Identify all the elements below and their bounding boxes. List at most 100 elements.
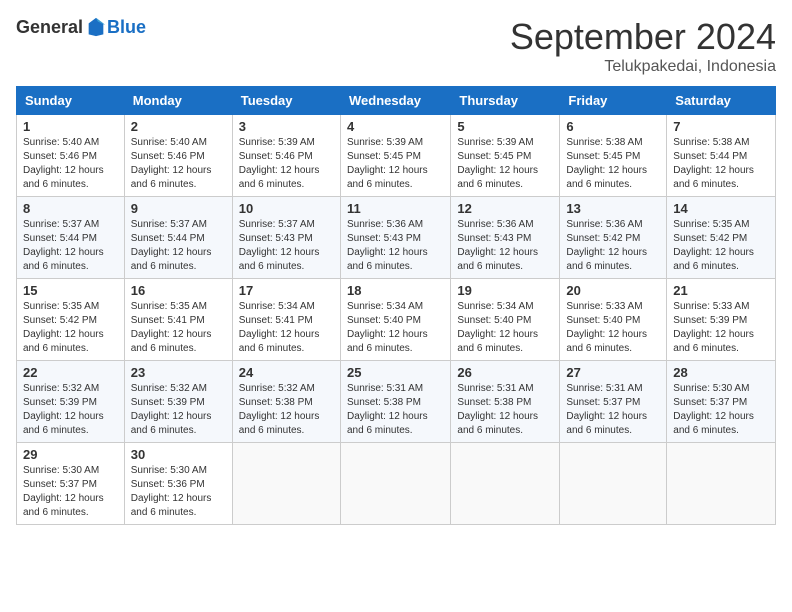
day-number: 25 xyxy=(347,365,444,380)
column-header-friday: Friday xyxy=(560,87,667,115)
cell-content: Sunrise: 5:40 AMSunset: 5:46 PMDaylight:… xyxy=(23,136,118,192)
location-title: Telukpakedai, Indonesia xyxy=(510,58,776,76)
logo-general-text: General xyxy=(16,17,83,38)
calendar-cell: 29 Sunrise: 5:30 AMSunset: 5:37 PMDayligh… xyxy=(17,443,125,525)
calendar-week-row: 8 Sunrise: 5:37 AMSunset: 5:44 PMDaylight… xyxy=(17,197,776,279)
calendar-cell: 5Sunrise: 5:39 AMSunset: 5:45 PMDaylight… xyxy=(451,115,560,197)
day-number: 18 xyxy=(347,283,444,298)
cell-content: Sunrise: 5:34 AMSunset: 5:40 PMDaylight:… xyxy=(457,300,553,356)
calendar-cell: 6 Sunrise: 5:38 AMSunset: 5:45 PMDaylight… xyxy=(560,115,667,197)
calendar-cell: 22Sunrise: 5:32 AMSunset: 5:39 PMDayligh… xyxy=(17,361,125,443)
calendar-cell: 1 Sunrise: 5:40 AMSunset: 5:46 PMDaylight… xyxy=(17,115,125,197)
calendar-cell: 2 Sunrise: 5:40 AMSunset: 5:46 PMDaylight… xyxy=(124,115,232,197)
day-number: 10 xyxy=(239,201,334,216)
cell-content: Sunrise: 5:39 AMSunset: 5:46 PMDaylight:… xyxy=(239,136,334,192)
day-number: 2 xyxy=(131,119,226,134)
calendar-cell: 15 Sunrise: 5:35 AMSunset: 5:42 PMDayligh… xyxy=(17,279,125,361)
calendar-cell: 25 Sunrise: 5:31 AMSunset: 5:38 PMDayligh… xyxy=(340,361,450,443)
column-header-thursday: Thursday xyxy=(451,87,560,115)
day-number: 11 xyxy=(347,201,444,216)
column-header-saturday: Saturday xyxy=(667,87,776,115)
day-number: 16 xyxy=(131,283,226,298)
cell-content: Sunrise: 5:35 AMSunset: 5:41 PMDaylight:… xyxy=(131,300,226,356)
cell-content: Sunrise: 5:33 AMSunset: 5:39 PMDaylight:… xyxy=(673,300,769,356)
calendar-cell: 8Sunrise: 5:37 AMSunset: 5:44 PMDaylight… xyxy=(17,197,125,279)
calendar-header-row: SundayMondayTuesdayWednesdayThursdayFrid… xyxy=(17,87,776,115)
cell-content: Sunrise: 5:35 AMSunset: 5:42 PMDaylight:… xyxy=(23,300,118,356)
cell-content: Sunrise: 5:38 AMSunset: 5:44 PMDaylight:… xyxy=(673,136,769,192)
day-number: 5 xyxy=(457,119,553,134)
calendar-cell: 13 Sunrise: 5:36 AMSunset: 5:42 PMDayligh… xyxy=(560,197,667,279)
day-number: 12 xyxy=(457,201,553,216)
cell-content: Sunrise: 5:32 AMSunset: 5:39 PMDaylight:… xyxy=(131,382,226,438)
calendar-cell: 7Sunrise: 5:38 AMSunset: 5:44 PMDaylight… xyxy=(667,115,776,197)
day-number: 29 xyxy=(23,447,118,462)
logo-icon xyxy=(85,16,107,38)
cell-content: Sunrise: 5:32 AMSunset: 5:38 PMDaylight:… xyxy=(239,382,334,438)
day-number: 21 xyxy=(673,283,769,298)
cell-content: Sunrise: 5:36 AMSunset: 5:42 PMDaylight:… xyxy=(566,218,660,274)
calendar-table: SundayMondayTuesdayWednesdayThursdayFrid… xyxy=(16,86,776,525)
cell-content: Sunrise: 5:36 AMSunset: 5:43 PMDaylight:… xyxy=(457,218,553,274)
title-section: September 2024 Telukpakedai, Indonesia xyxy=(510,16,776,76)
day-number: 14 xyxy=(673,201,769,216)
column-header-tuesday: Tuesday xyxy=(232,87,340,115)
day-number: 17 xyxy=(239,283,334,298)
cell-content: Sunrise: 5:39 AMSunset: 5:45 PMDaylight:… xyxy=(347,136,444,192)
cell-content: Sunrise: 5:37 AMSunset: 5:44 PMDaylight:… xyxy=(131,218,226,274)
cell-content: Sunrise: 5:35 AMSunset: 5:42 PMDaylight:… xyxy=(673,218,769,274)
logo: General Blue xyxy=(16,16,146,38)
calendar-week-row: 29 Sunrise: 5:30 AMSunset: 5:37 PMDayligh… xyxy=(17,443,776,525)
column-header-wednesday: Wednesday xyxy=(340,87,450,115)
calendar-cell: 24 Sunrise: 5:32 AMSunset: 5:38 PMDayligh… xyxy=(232,361,340,443)
cell-content: Sunrise: 5:34 AMSunset: 5:40 PMDaylight:… xyxy=(347,300,444,356)
calendar-week-row: 15 Sunrise: 5:35 AMSunset: 5:42 PMDayligh… xyxy=(17,279,776,361)
day-number: 9 xyxy=(131,201,226,216)
day-number: 24 xyxy=(239,365,334,380)
day-number: 6 xyxy=(566,119,660,134)
calendar-cell: 30 Sunrise: 5:30 AMSunset: 5:36 PMDayligh… xyxy=(124,443,232,525)
calendar-cell xyxy=(340,443,450,525)
calendar-cell: 28Sunrise: 5:30 AMSunset: 5:37 PMDayligh… xyxy=(667,361,776,443)
cell-content: Sunrise: 5:31 AMSunset: 5:37 PMDaylight:… xyxy=(566,382,660,438)
calendar-cell xyxy=(667,443,776,525)
calendar-cell: 9 Sunrise: 5:37 AMSunset: 5:44 PMDaylight… xyxy=(124,197,232,279)
month-title: September 2024 xyxy=(510,16,776,58)
cell-content: Sunrise: 5:30 AMSunset: 5:36 PMDaylight:… xyxy=(131,464,226,520)
calendar-cell: 12 Sunrise: 5:36 AMSunset: 5:43 PMDayligh… xyxy=(451,197,560,279)
calendar-cell: 11 Sunrise: 5:36 AMSunset: 5:43 PMDayligh… xyxy=(340,197,450,279)
calendar-cell xyxy=(560,443,667,525)
calendar-cell xyxy=(451,443,560,525)
calendar-cell: 4 Sunrise: 5:39 AMSunset: 5:45 PMDaylight… xyxy=(340,115,450,197)
day-number: 26 xyxy=(457,365,553,380)
cell-content: Sunrise: 5:33 AMSunset: 5:40 PMDaylight:… xyxy=(566,300,660,356)
calendar-cell: 27Sunrise: 5:31 AMSunset: 5:37 PMDayligh… xyxy=(560,361,667,443)
calendar-cell: 26Sunrise: 5:31 AMSunset: 5:38 PMDayligh… xyxy=(451,361,560,443)
calendar-cell: 3 Sunrise: 5:39 AMSunset: 5:46 PMDaylight… xyxy=(232,115,340,197)
day-number: 8 xyxy=(23,201,118,216)
day-number: 3 xyxy=(239,119,334,134)
day-number: 1 xyxy=(23,119,118,134)
cell-content: Sunrise: 5:31 AMSunset: 5:38 PMDaylight:… xyxy=(347,382,444,438)
calendar-cell: 14 Sunrise: 5:35 AMSunset: 5:42 PMDayligh… xyxy=(667,197,776,279)
day-number: 23 xyxy=(131,365,226,380)
day-number: 20 xyxy=(566,283,660,298)
cell-content: Sunrise: 5:40 AMSunset: 5:46 PMDaylight:… xyxy=(131,136,226,192)
calendar-cell: 17Sunrise: 5:34 AMSunset: 5:41 PMDayligh… xyxy=(232,279,340,361)
calendar-cell xyxy=(232,443,340,525)
cell-content: Sunrise: 5:30 AMSunset: 5:37 PMDaylight:… xyxy=(23,464,118,520)
cell-content: Sunrise: 5:38 AMSunset: 5:45 PMDaylight:… xyxy=(566,136,660,192)
day-number: 28 xyxy=(673,365,769,380)
page-header: General Blue September 2024 Telukpakedai… xyxy=(16,16,776,76)
cell-content: Sunrise: 5:36 AMSunset: 5:43 PMDaylight:… xyxy=(347,218,444,274)
day-number: 19 xyxy=(457,283,553,298)
column-header-monday: Monday xyxy=(124,87,232,115)
cell-content: Sunrise: 5:37 AMSunset: 5:43 PMDaylight:… xyxy=(239,218,334,274)
logo-blue-text: Blue xyxy=(107,17,146,38)
day-number: 4 xyxy=(347,119,444,134)
day-number: 30 xyxy=(131,447,226,462)
day-number: 13 xyxy=(566,201,660,216)
calendar-cell: 18 Sunrise: 5:34 AMSunset: 5:40 PMDayligh… xyxy=(340,279,450,361)
calendar-cell: 19 Sunrise: 5:34 AMSunset: 5:40 PMDayligh… xyxy=(451,279,560,361)
day-number: 15 xyxy=(23,283,118,298)
